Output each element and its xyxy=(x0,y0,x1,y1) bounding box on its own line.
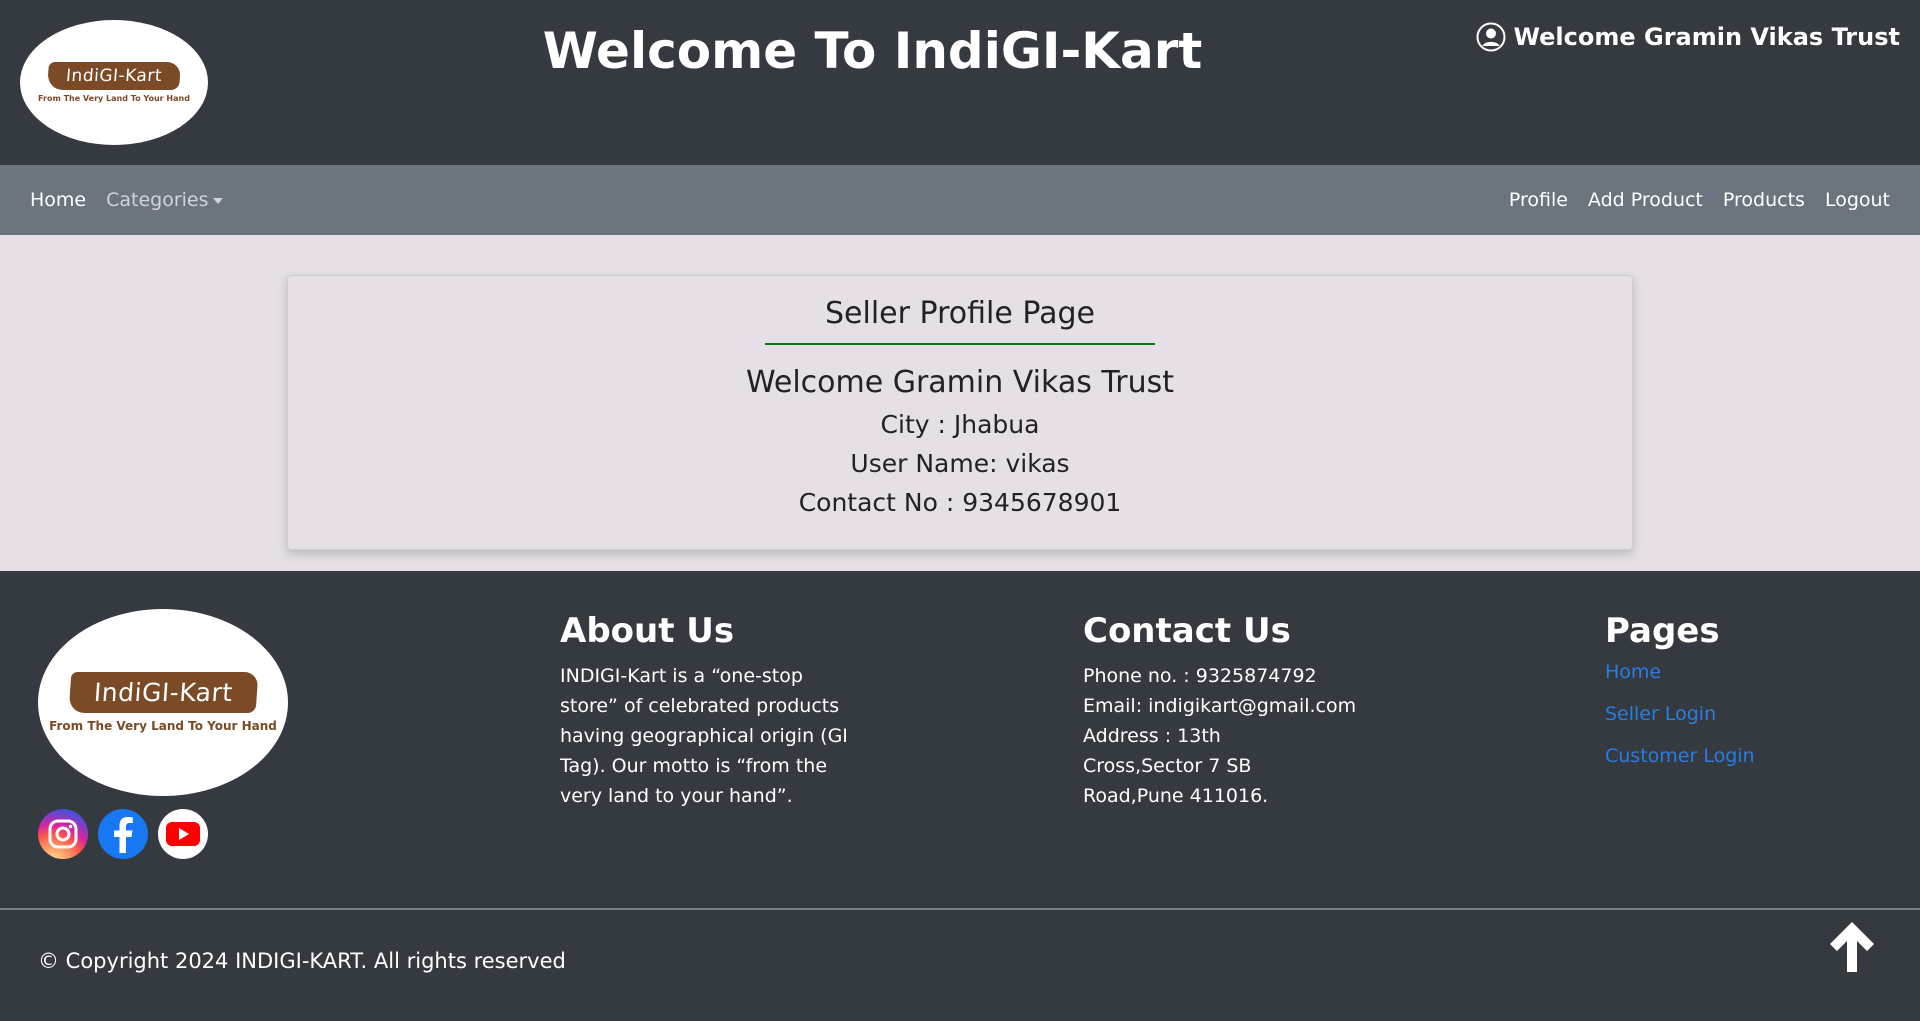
about-section: About Us INDIGI-Kart is a “one-stop stor… xyxy=(560,611,850,811)
profile-contact: Contact No : 9345678901 xyxy=(798,488,1122,517)
footer-link-customer-login[interactable]: Customer Login xyxy=(1605,745,1905,767)
facebook-icon[interactable] xyxy=(98,809,148,859)
footer-logo: IndiGI-Kart From The Very Land To Your H… xyxy=(38,609,288,796)
nav-categories-label: Categories xyxy=(106,189,209,211)
contact-phone: Phone no. : 9325874792 xyxy=(1083,665,1317,687)
contact-email: Email: indigikart@gmail.com xyxy=(1083,695,1357,717)
profile-card: Seller Profile Page Welcome Gramin Vikas… xyxy=(287,275,1633,550)
footer-divider xyxy=(0,908,1920,910)
scroll-to-top-icon[interactable] xyxy=(1822,916,1882,976)
social-links xyxy=(38,809,208,859)
profile-welcome: Welcome Gramin Vikas Trust xyxy=(745,365,1175,400)
profile-username: User Name: vikas xyxy=(850,449,1070,478)
user-welcome: Welcome Gramin Vikas Trust xyxy=(1476,22,1900,52)
about-text: INDIGI-Kart is a “one-stop store” of cel… xyxy=(560,665,848,807)
footer-link-home[interactable]: Home xyxy=(1605,661,1905,683)
youtube-icon[interactable] xyxy=(158,809,208,859)
logo-tagline: From The Very Land To Your Hand xyxy=(38,94,190,103)
footer-logo-tagline: From The Very Land To Your Hand xyxy=(49,719,277,733)
contact-address: Address : 13th Cross,Sector 7 SB Road,Pu… xyxy=(1083,725,1269,807)
nav-logout[interactable]: Logout xyxy=(1825,189,1890,211)
pages-heading: Pages xyxy=(1605,611,1720,651)
nav-profile[interactable]: Profile xyxy=(1509,189,1568,211)
instagram-icon[interactable] xyxy=(38,809,88,859)
nav-products[interactable]: Products xyxy=(1723,189,1805,211)
footer-link-seller-login[interactable]: Seller Login xyxy=(1605,703,1905,725)
contact-heading: Contact Us xyxy=(1083,611,1291,651)
profile-city: City : Jhabua xyxy=(880,410,1040,439)
profile-page-title: Seller Profile Page xyxy=(765,296,1155,345)
footer-logo-text: IndiGI-Kart xyxy=(68,672,258,713)
contact-section: Contact Us Phone no. : 9325874792 Email:… xyxy=(1083,611,1383,811)
pages-section: Pages Home Seller Login Customer Login xyxy=(1605,611,1905,787)
nav-categories-dropdown[interactable]: Categories xyxy=(106,189,223,211)
about-heading: About Us xyxy=(560,611,735,651)
site-header: IndiGI-Kart From The Very Land To Your H… xyxy=(0,0,1920,165)
user-welcome-text: Welcome Gramin Vikas Trust xyxy=(1513,23,1900,51)
main-content: Seller Profile Page Welcome Gramin Vikas… xyxy=(0,235,1920,571)
site-footer: IndiGI-Kart From The Very Land To Your H… xyxy=(0,571,1920,1021)
main-navbar: Home Categories Profile Add Product Prod… xyxy=(0,165,1920,235)
nav-home[interactable]: Home xyxy=(30,189,86,211)
user-circle-icon xyxy=(1476,22,1506,52)
caret-down-icon xyxy=(212,197,223,204)
nav-add-product[interactable]: Add Product xyxy=(1588,189,1703,211)
copyright-text: © Copyright 2024 INDIGI-KART. All rights… xyxy=(38,949,566,973)
